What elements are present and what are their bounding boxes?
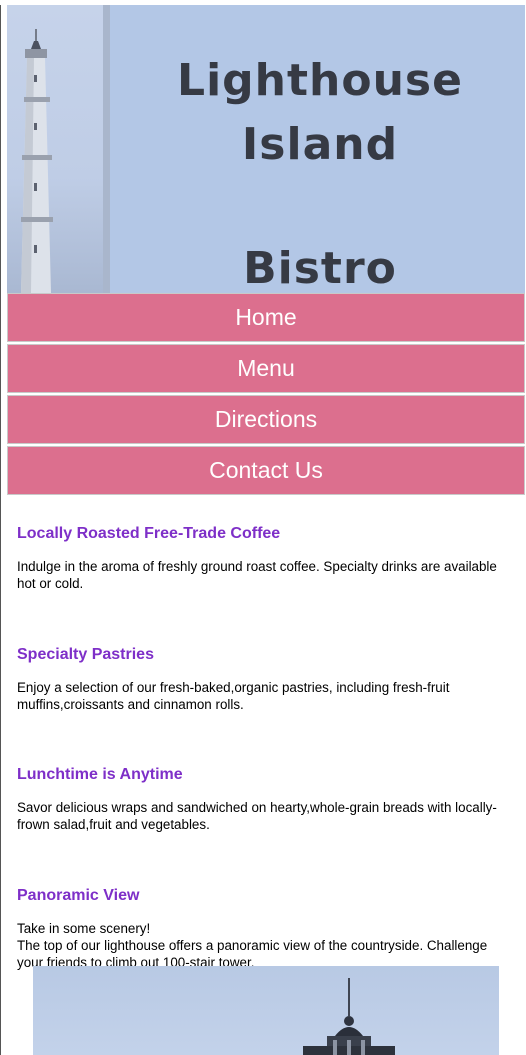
site-title-line2: Bistro <box>243 243 397 293</box>
lighthouse-tower-graphic <box>21 5 110 293</box>
section-heading: Specialty Pastries <box>17 645 154 663</box>
section-heading: Panoramic View <box>17 886 140 904</box>
section-text: Enjoy a selection of our fresh-baked,org… <box>17 679 450 712</box>
window-border <box>0 0 1 1055</box>
section-text: Take in some scenery! The top of our lig… <box>17 920 507 971</box>
site-header: Lighthouse Island Bistro <box>7 5 525 293</box>
nav-home-link[interactable]: Home <box>7 293 525 342</box>
page: Lighthouse Island Bistro Home Menu Direc… <box>0 0 526 1055</box>
section-heading: Locally Roasted Free-Trade Coffee <box>17 525 281 542</box>
section-heading: Lunchtime is Anytime <box>17 766 183 783</box>
section-text: Indulge in the aroma of freshly ground r… <box>17 559 497 591</box>
section-coffee: Locally Roasted Free-Trade Coffee Indulg… <box>17 524 507 631</box>
site-title: Lighthouse Island Bistro <box>117 49 523 293</box>
section-pastries: Specialty Pastries Enjoy a selection of … <box>17 645 507 752</box>
nav-directions-link[interactable]: Directions <box>7 395 525 444</box>
lighthouse-lantern-graphic <box>303 978 395 1055</box>
site-title-line1: Lighthouse Island <box>177 55 463 170</box>
section-lunch: Lunchtime is Anytime Savor delicious wra… <box>17 765 507 872</box>
section-text-line2: The top of our lighthouse offers a panor… <box>17 937 488 970</box>
nav-menu-link[interactable]: Menu <box>7 344 525 393</box>
main-content: Locally Roasted Free-Trade Coffee Indulg… <box>17 510 507 992</box>
section-text: Savor delicious wraps and sandwiched on … <box>17 800 497 832</box>
nav-contact-link[interactable]: Contact Us <box>7 446 525 495</box>
lighthouse-top-image <box>33 966 499 1055</box>
main-nav: Home Menu Directions Contact Us <box>7 293 525 497</box>
section-text-line1: Take in some scenery! <box>17 920 151 936</box>
header-lighthouse-image <box>7 5 110 293</box>
